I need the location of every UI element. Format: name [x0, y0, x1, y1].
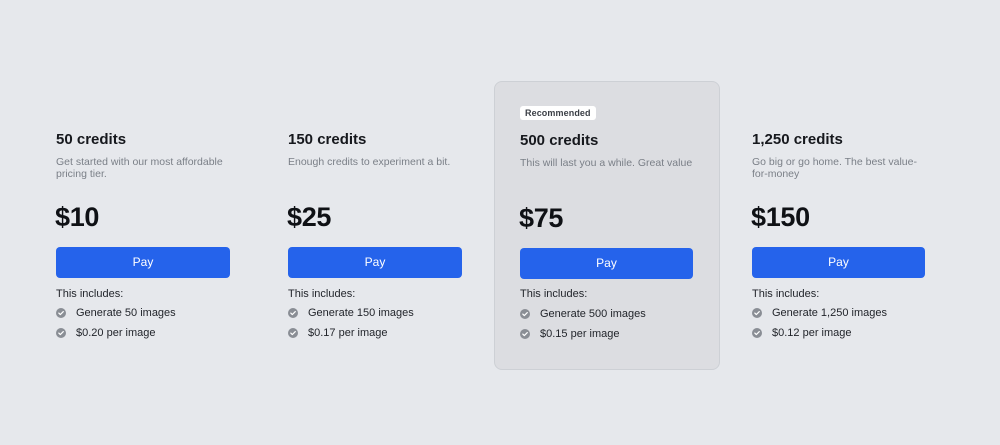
feature-text: $0.12 per image: [772, 327, 852, 339]
check-circle-icon: [288, 328, 298, 338]
feature-item: $0.15 per image: [520, 328, 620, 340]
feature-item: $0.12 per image: [752, 327, 852, 339]
feature-text: $0.17 per image: [308, 327, 388, 339]
check-circle-icon: [520, 309, 530, 319]
plan-price: $10: [55, 202, 100, 232]
check-circle-icon: [752, 308, 762, 318]
includes-label: This includes:: [752, 288, 820, 300]
feature-text: $0.20 per image: [76, 327, 156, 339]
feature-item: Generate 1,250 images: [752, 307, 887, 319]
plan-price: $150: [751, 202, 810, 232]
feature-text: Generate 50 images: [76, 307, 176, 319]
pay-button[interactable]: Pay: [56, 247, 230, 278]
includes-label: This includes:: [520, 288, 588, 300]
includes-label: This includes:: [56, 288, 124, 300]
plan-description: This will last you a while. Great value: [520, 157, 693, 169]
check-circle-icon: [56, 308, 66, 318]
check-circle-icon: [56, 328, 66, 338]
includes-label: This includes:: [288, 288, 356, 300]
pay-button[interactable]: Pay: [752, 247, 925, 278]
feature-text: Generate 150 images: [308, 307, 414, 319]
check-circle-icon: [520, 329, 530, 339]
check-circle-icon: [752, 328, 762, 338]
plan-price: $75: [519, 203, 564, 233]
plan-title: 1,250 credits: [752, 131, 843, 148]
recommended-badge: Recommended: [520, 106, 596, 120]
plan-title: 150 credits: [288, 131, 367, 148]
feature-text: Generate 1,250 images: [772, 307, 887, 319]
plan-title: 500 credits: [520, 132, 599, 149]
plan-description: Enough credits to experiment a bit.: [288, 156, 451, 168]
pricing-section: 50 credits Get started with our most aff…: [0, 0, 1000, 445]
plan-price: $25: [287, 202, 332, 232]
feature-item: Generate 500 images: [520, 308, 646, 320]
pay-button[interactable]: Pay: [520, 248, 693, 279]
plan-title: 50 credits: [56, 131, 127, 148]
feature-text: Generate 500 images: [540, 308, 646, 320]
feature-item: $0.20 per image: [56, 327, 156, 339]
pay-button[interactable]: Pay: [288, 247, 462, 278]
feature-item: Generate 50 images: [56, 307, 176, 319]
plan-description: Get started with our most affordable pri…: [56, 156, 223, 180]
feature-text: $0.15 per image: [540, 328, 620, 340]
feature-item: $0.17 per image: [288, 327, 388, 339]
check-circle-icon: [288, 308, 298, 318]
feature-item: Generate 150 images: [288, 307, 414, 319]
plan-description: Go big or go home. The best value-for-mo…: [752, 156, 917, 180]
